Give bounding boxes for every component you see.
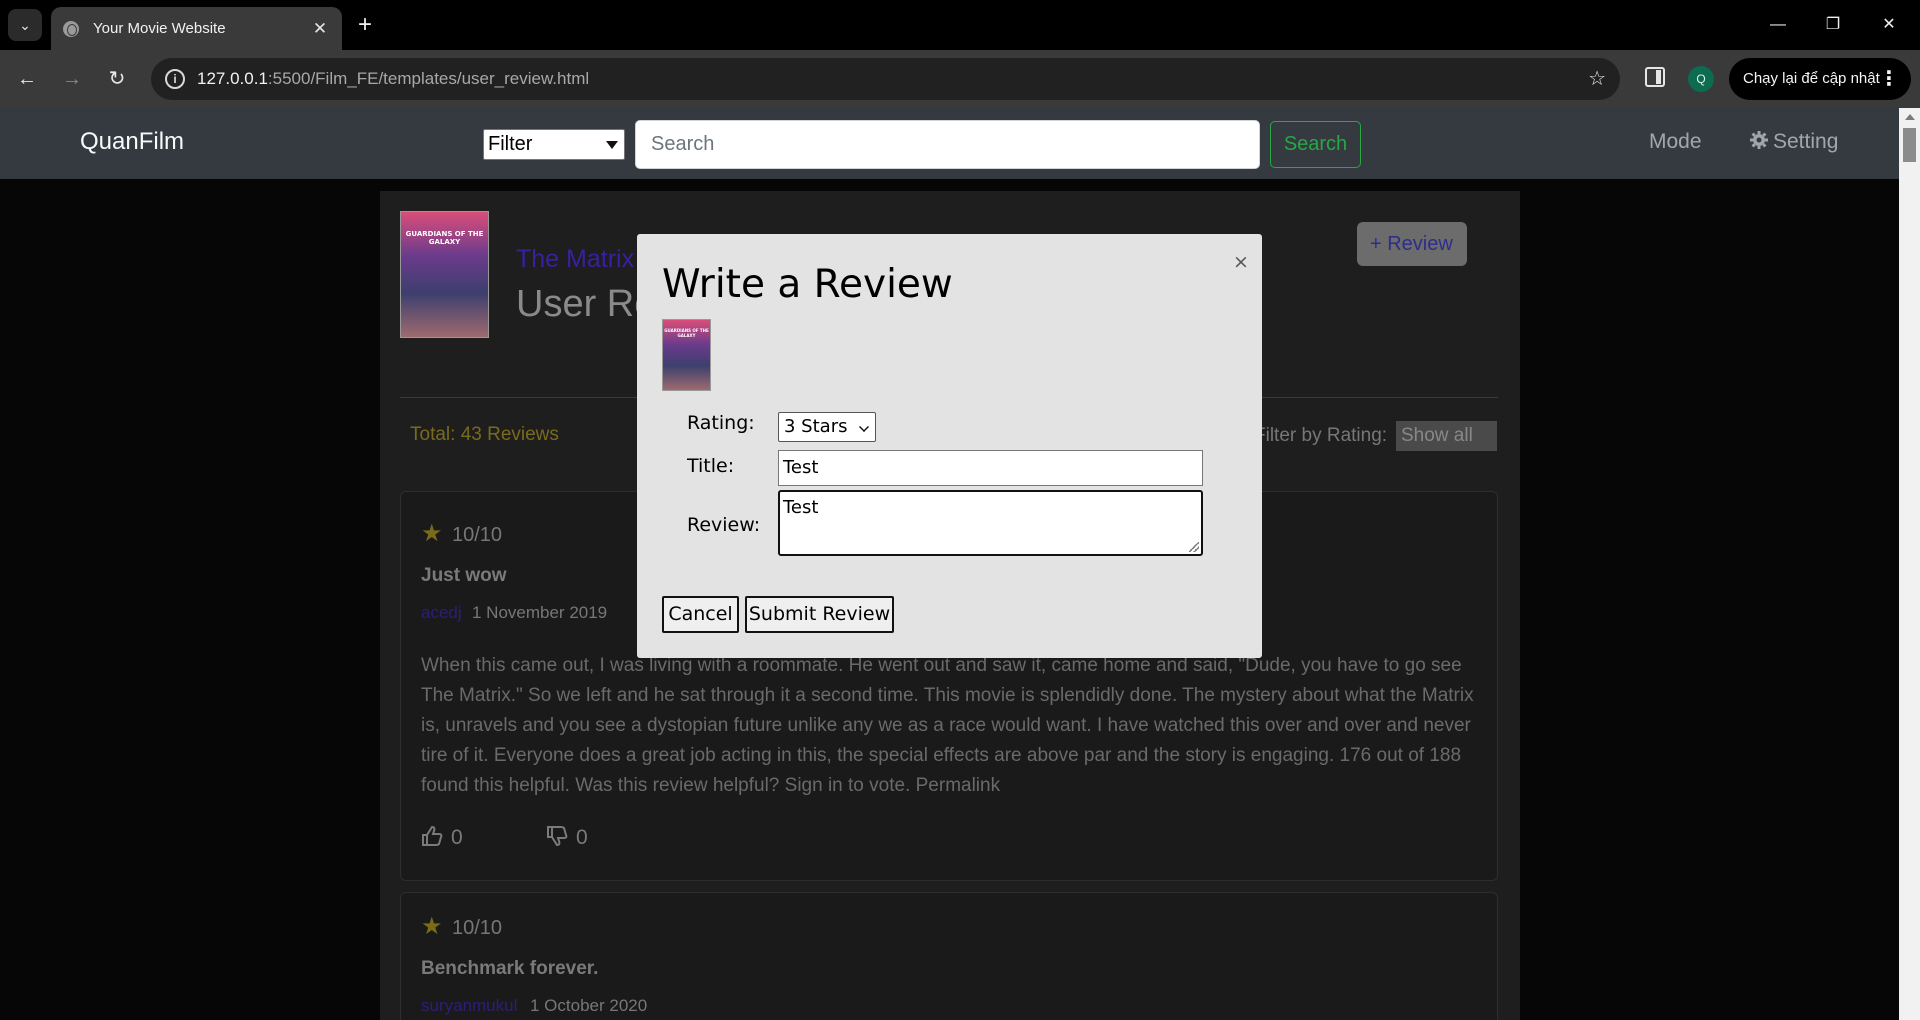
rating-select[interactable]: 3 Stars	[778, 412, 876, 442]
side-panel-icon[interactable]	[1645, 67, 1665, 87]
browser-toolbar: ← → ↻ i 127.0.0.1:5500/Film_FE/templates…	[0, 50, 1920, 108]
browser-tab-active[interactable]: Your Movie Website ✕	[51, 7, 342, 50]
review-card: ★ 10/10 Benchmark forever. suryanmukul 1…	[400, 892, 1498, 1020]
browser-tab-strip: ⌄ Your Movie Website ✕ + — ❐ ✕	[0, 0, 1920, 50]
review-title: Benchmark forever.	[421, 958, 599, 979]
page-scrollbar[interactable]	[1899, 108, 1920, 1020]
poster-title: GUARDIANS OF THE GALAXY	[405, 230, 484, 246]
reload-icon[interactable]: ↻	[102, 64, 132, 94]
rating-filter-value: Show all	[1401, 425, 1473, 446]
review-textarea-value: Test	[783, 497, 819, 518]
review-body: When this came out, I was living with a …	[421, 655, 1474, 796]
review-author-link[interactable]: suryanmukul	[421, 996, 517, 1016]
address-bar[interactable]: i 127.0.0.1:5500/Film_FE/templates/user_…	[151, 58, 1620, 100]
submit-review-button[interactable]: Submit Review	[745, 596, 894, 633]
rating-label: Rating:	[687, 412, 755, 434]
search-input[interactable]: Search	[635, 120, 1260, 169]
rating-filter-select[interactable]: Show all	[1396, 421, 1497, 451]
modal-title: Write a Review	[662, 262, 953, 307]
scrollbar-thumb[interactable]	[1903, 128, 1916, 162]
restore-icon[interactable]: ❐	[1810, 10, 1856, 40]
scroll-up-arrow-icon[interactable]	[1905, 114, 1915, 120]
update-label: Chạy lại để cập nhật	[1743, 70, 1880, 87]
review-title: Just wow	[421, 565, 507, 586]
url-text: 127.0.0.1:5500/Film_FE/templates/user_re…	[197, 69, 590, 88]
tab-title: Your Movie Website	[93, 20, 226, 37]
dislike-button[interactable]: 0	[546, 825, 588, 850]
globe-favicon-icon	[63, 20, 79, 37]
update-relaunch-button[interactable]: Chạy lại để cập nhật ⋮	[1729, 58, 1911, 100]
cancel-button[interactable]: Cancel	[662, 596, 739, 633]
back-arrow-icon[interactable]: ←	[12, 64, 42, 94]
review-date: 1 October 2020	[530, 996, 648, 1015]
modal-movie-poster: GUARDIANS OF THE GALAXY	[662, 319, 711, 391]
rating-select-value: 3 Stars	[784, 416, 848, 437]
star-icon: ★	[421, 913, 443, 940]
new-tab-plus-icon[interactable]: +	[352, 12, 378, 38]
site-navbar: QuanFilm Filter Search Search Mode Setti…	[0, 108, 1899, 179]
movie-poster: GUARDIANS OF THE GALAXY	[400, 211, 489, 338]
setting-label: Setting	[1773, 130, 1839, 153]
review-author-link[interactable]: acedj	[421, 603, 462, 623]
modal-poster-title: GUARDIANS OF THE GALAXY	[664, 328, 709, 338]
add-review-button[interactable]: + Review	[1357, 222, 1467, 266]
more-menu-icon[interactable]: ⋮	[1879, 58, 1899, 100]
thumbs-down-icon	[547, 826, 568, 847]
brand-logo[interactable]: QuanFilm	[80, 128, 184, 156]
star-icon: ★	[421, 520, 443, 547]
filter-select[interactable]: Filter	[483, 129, 625, 160]
review-textarea[interactable]: Test	[778, 490, 1203, 556]
minimize-icon[interactable]: —	[1755, 10, 1801, 40]
search-button[interactable]: Search	[1270, 121, 1361, 168]
review-label: Review:	[687, 514, 761, 536]
chevron-down-icon	[606, 141, 618, 149]
like-button[interactable]: 0	[421, 825, 463, 850]
review-date: 1 November 2019	[472, 603, 608, 622]
title-label: Title:	[687, 455, 735, 477]
setting-link[interactable]: Setting	[1749, 130, 1838, 154]
site-info-icon[interactable]: i	[165, 69, 185, 89]
review-score: 10/10	[452, 917, 503, 939]
review-score: 10/10	[452, 524, 503, 546]
gear-icon	[1749, 130, 1769, 150]
thumbs-up-icon	[422, 825, 443, 846]
title-input[interactable]: Test	[778, 450, 1203, 486]
forward-arrow-icon[interactable]: →	[57, 64, 87, 94]
close-icon[interactable]: ×	[1233, 251, 1249, 273]
mode-link[interactable]: Mode	[1649, 130, 1702, 154]
page-viewport: QuanFilm Filter Search Search Mode Setti…	[0, 108, 1920, 1020]
filter-by-rating-label: Filter by Rating:	[1254, 425, 1388, 446]
profile-avatar[interactable]: Q	[1688, 66, 1714, 92]
close-window-icon[interactable]: ✕	[1866, 10, 1912, 40]
chevron-down-icon	[859, 422, 869, 432]
dislike-count: 0	[576, 826, 588, 849]
resize-handle-icon[interactable]	[1189, 542, 1199, 552]
like-count: 0	[451, 826, 463, 849]
filter-select-value: Filter	[488, 133, 533, 155]
total-reviews-label: Total: 43 Reviews	[410, 424, 559, 445]
write-review-modal: × Write a Review GUARDIANS OF THE GALAXY…	[637, 234, 1262, 658]
tab-close-icon[interactable]: ✕	[306, 19, 334, 39]
tab-search-chevron-icon[interactable]: ⌄	[8, 9, 42, 41]
movie-title-link[interactable]: The Matrix	[516, 245, 634, 274]
bookmark-star-icon[interactable]: ☆	[1588, 66, 1606, 91]
